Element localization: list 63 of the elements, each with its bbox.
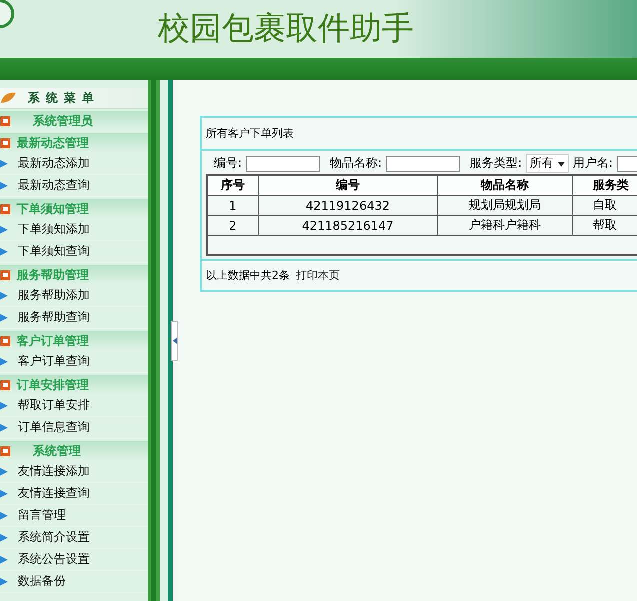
arrow-icon	[0, 402, 8, 410]
filter-input[interactable]	[386, 156, 460, 172]
folder-icon	[0, 204, 11, 214]
filter-label: 服务类型:	[470, 155, 522, 172]
menu-item[interactable]: 最新动态查询	[18, 177, 90, 194]
menu-item[interactable]: 留言管理	[18, 507, 66, 524]
arrow-icon	[0, 248, 8, 256]
table-cell: 规划局规划局	[438, 196, 572, 216]
menu-item[interactable]: 友情连接查询	[18, 485, 90, 502]
folder-icon	[0, 380, 11, 390]
arrow-icon	[0, 468, 8, 476]
arrow-icon	[0, 578, 8, 586]
leaf-icon	[0, 91, 18, 105]
menu-item[interactable]: 帮取订单安排	[18, 397, 90, 414]
menu-item[interactable]: 数据备份	[18, 573, 66, 590]
menu-title: 系统菜单	[28, 90, 100, 106]
table-cell: 42119126432	[258, 196, 438, 216]
table-cell: 1	[207, 196, 258, 216]
folder-icon	[0, 116, 11, 126]
menu-item[interactable]: 服务帮助查询	[18, 309, 90, 326]
table-cell: 2	[207, 216, 258, 236]
arrow-icon	[0, 534, 8, 542]
arrow-icon	[0, 292, 8, 300]
filter-label: 编号:	[214, 155, 242, 172]
arrow-icon	[0, 424, 8, 432]
menu-item[interactable]: 系统公告设置	[18, 551, 90, 568]
column-header: 服务类	[572, 175, 637, 196]
column-header: 序号	[207, 175, 258, 196]
table-cell: 421185216147	[258, 216, 438, 236]
menu-item[interactable]: 系统简介设置	[18, 529, 90, 546]
menu-item[interactable]: 服务帮助添加	[18, 287, 90, 304]
arrow-icon	[0, 358, 8, 366]
print-link[interactable]: 打印本页	[296, 268, 340, 283]
arrow-icon	[0, 314, 8, 322]
record-count: 以上数据中共2条	[206, 268, 290, 283]
menu-item[interactable]: 下单须知添加	[18, 221, 90, 238]
filter-label: 用户名:	[572, 155, 614, 172]
arrow-icon	[0, 512, 8, 520]
arrow-icon	[0, 490, 8, 498]
folder-icon	[0, 270, 11, 280]
folder-icon	[0, 446, 11, 456]
app-title: 校园包裹取件助手	[158, 8, 414, 49]
panel-title: 所有客户下单列表	[202, 118, 637, 151]
table-cell: 户籍科户籍科	[438, 216, 572, 236]
folder-icon	[0, 138, 11, 148]
column-header: 物品名称	[438, 175, 572, 196]
menu-item[interactable]: 友情连接添加	[18, 463, 90, 480]
column-header: 编号	[258, 175, 438, 196]
menu-item[interactable]: 订单信息查询	[18, 419, 90, 436]
arrow-icon	[0, 182, 8, 190]
collapse-handle[interactable]	[171, 320, 178, 360]
menu-item[interactable]: 客户订单查询	[18, 353, 90, 370]
arrow-icon	[0, 556, 8, 564]
arrow-icon	[0, 226, 8, 234]
menu-item[interactable]: 最新动态添加	[18, 155, 90, 172]
filter-input[interactable]	[246, 156, 320, 172]
filter-label: 物品名称:	[330, 155, 382, 172]
filter-select[interactable]: 所有	[526, 154, 569, 173]
arrow-icon	[0, 160, 8, 168]
left-arrow-icon	[172, 338, 176, 344]
menu-item[interactable]: 下单须知查询	[18, 243, 90, 260]
folder-icon	[0, 336, 11, 346]
dropdown-arrow-icon	[558, 162, 565, 167]
